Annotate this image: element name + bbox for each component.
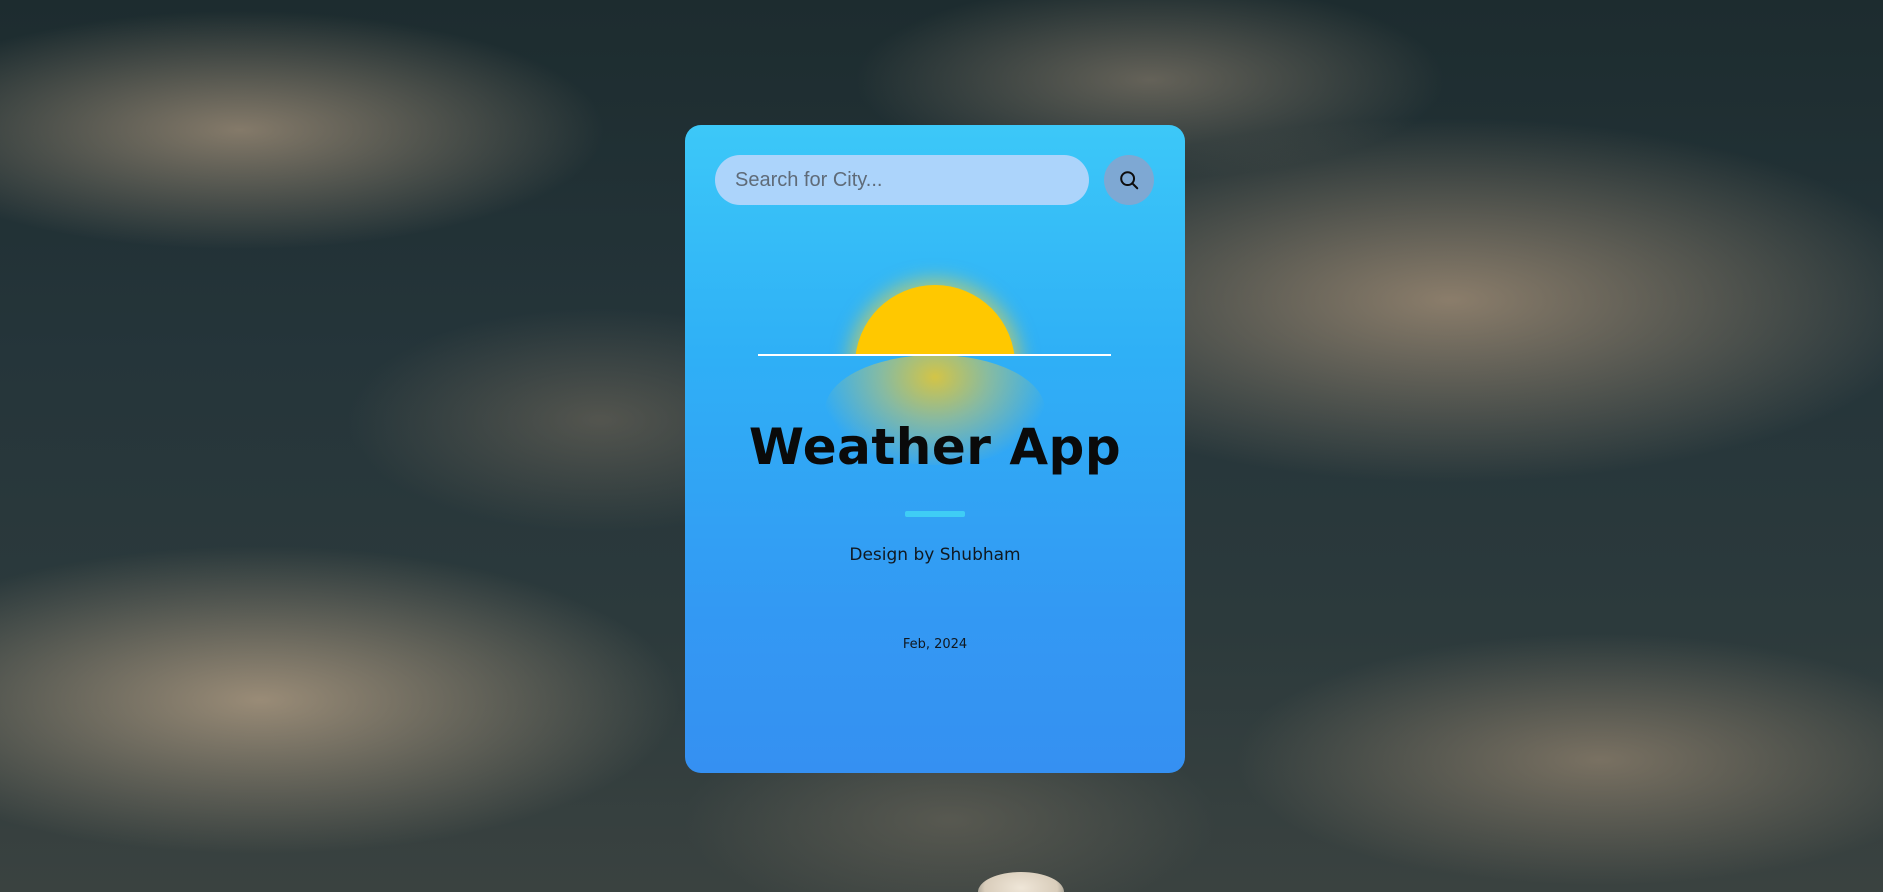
date-label: Feb, 2024	[902, 637, 968, 652]
weather-card: Weather App Design by Shubham Feb, 2024	[685, 125, 1185, 773]
search-button[interactable]	[1104, 155, 1154, 205]
cloud-puff	[978, 872, 1064, 892]
city-search-input[interactable]	[715, 155, 1089, 205]
app-title: Weather App	[748, 418, 1122, 476]
horizon-line	[758, 354, 1111, 356]
search-icon	[1120, 171, 1139, 190]
designer-credit: Design by Shubham	[849, 545, 1021, 565]
title-divider	[905, 511, 965, 517]
